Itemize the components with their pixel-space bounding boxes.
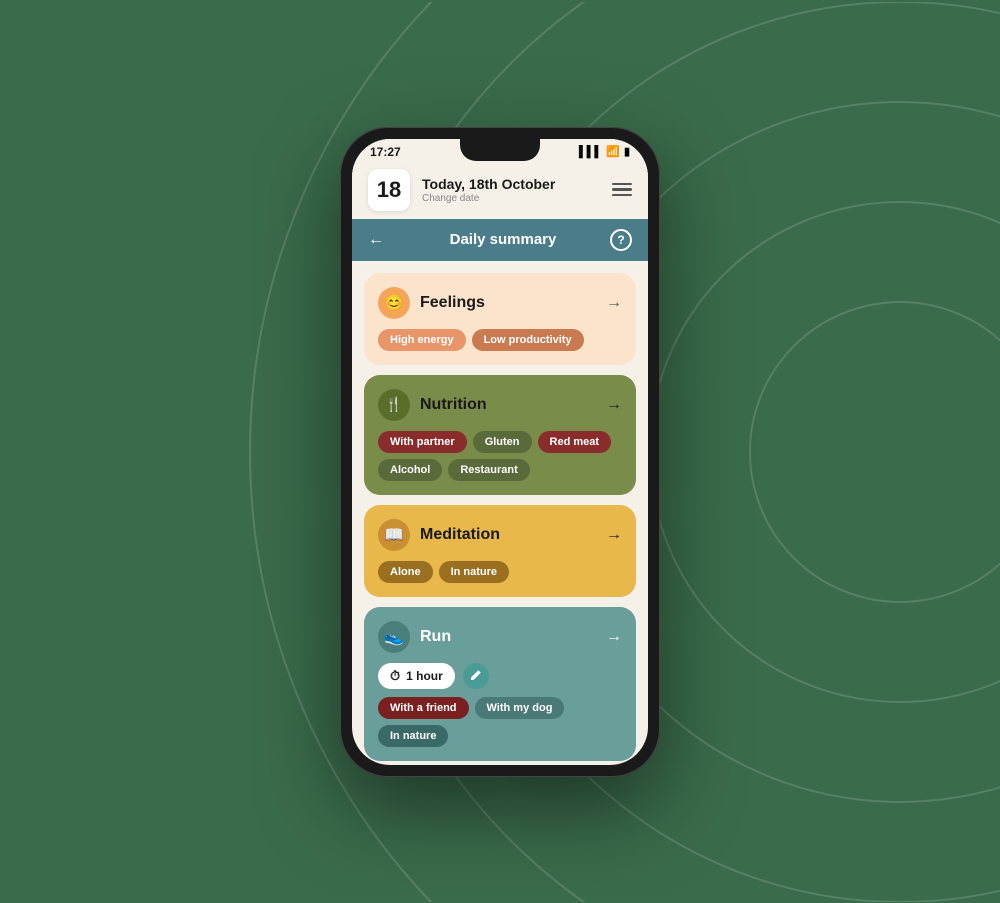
run-time-row: ⏱ 1 hour [378,663,622,689]
meditation-arrow[interactable]: → [606,526,622,544]
run-title: Run [420,628,606,646]
nutrition-card[interactable]: 🍴 Nutrition → With partner Gluten Red me… [364,375,636,495]
phone-screen: 17:27 ▌▌▌ 📶 ▮ 18 Today, 18th October Cha… [352,139,648,765]
nav-bar: ← Daily summary ? [352,219,648,261]
run-card[interactable]: 👟 Run → ⏱ 1 hour With a [364,607,636,761]
run-duration: 1 hour [406,669,443,683]
status-icons: ▌▌▌ 📶 ▮ [579,145,630,158]
date-change[interactable]: Change date [422,193,600,204]
meditation-title: Meditation [420,526,606,544]
nutrition-card-header: 🍴 Nutrition → [378,389,622,421]
feelings-title: Feelings [420,294,606,312]
tag-alone: Alone [378,561,433,583]
nutrition-tags: With partner Gluten Red meat Alcohol Res… [378,431,622,481]
tag-high-energy: High energy [378,329,466,351]
date-number: 18 [377,177,401,203]
phone-notch [460,139,540,161]
tag-in-nature-meditation: In nature [439,561,509,583]
feelings-tags: High energy Low productivity [378,329,622,351]
run-duration-pill: ⏱ 1 hour [378,663,455,689]
meditation-tags: Alone In nature [378,561,622,583]
meditation-icon: 📖 [378,519,410,551]
run-tags: With a friend With my dog In nature [378,697,622,747]
feelings-arrow[interactable]: → [606,294,622,312]
run-edit-button[interactable] [463,663,489,689]
run-icon: 👟 [378,621,410,653]
battery-icon: ▮ [624,145,630,158]
run-card-header: 👟 Run → [378,621,622,653]
date-box: 18 [368,169,410,211]
tag-with-partner: With partner [378,431,467,453]
nutrition-arrow[interactable]: → [606,396,622,414]
tag-with-my-dog: With my dog [475,697,565,719]
nutrition-icon: 🍴 [378,389,410,421]
date-title: Today, 18th October [422,176,600,192]
wifi-icon: 📶 [606,145,620,158]
clock-icon: ⏱ [390,668,400,684]
tag-red-meat: Red meat [538,431,612,453]
nav-title: Daily summary [396,231,610,248]
menu-button[interactable] [612,183,632,197]
date-info: Today, 18th October Change date [422,176,600,204]
app-header: 18 Today, 18th October Change date [352,161,648,219]
tag-gluten: Gluten [473,431,532,453]
phone-frame: 17:27 ▌▌▌ 📶 ▮ 18 Today, 18th October Cha… [340,127,660,777]
meditation-card-header: 📖 Meditation → [378,519,622,551]
run-arrow[interactable]: → [606,628,622,646]
tag-restaurant: Restaurant [448,459,529,481]
feelings-card-header: 😊 Feelings → [378,287,622,319]
status-time: 17:27 [370,145,401,159]
feelings-icon: 😊 [378,287,410,319]
help-button[interactable]: ? [610,229,632,251]
tag-in-nature-run: In nature [378,725,448,747]
nutrition-title: Nutrition [420,396,606,414]
pencil-icon [469,669,482,682]
tag-alcohol: Alcohol [378,459,442,481]
tag-with-friend: With a friend [378,697,469,719]
scroll-content: 😊 Feelings → High energy Low productivit… [352,261,648,765]
back-button[interactable]: ← [368,231,384,249]
tag-low-productivity: Low productivity [472,329,584,351]
signal-icon: ▌▌▌ [579,146,602,158]
meditation-card[interactable]: 📖 Meditation → Alone In nature [364,505,636,597]
feelings-card[interactable]: 😊 Feelings → High energy Low productivit… [364,273,636,365]
